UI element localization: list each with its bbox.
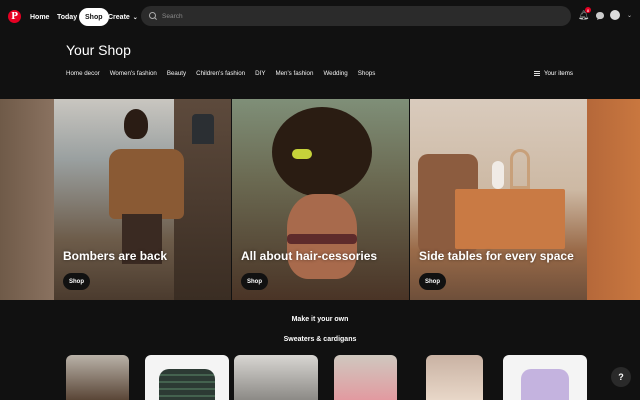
hero-label-hair: All about hair-cessories bbox=[241, 249, 378, 263]
nav-create[interactable]: Create ⌄ bbox=[102, 8, 144, 26]
tab-shops[interactable]: Shops bbox=[358, 70, 376, 77]
product-thumbnail[interactable] bbox=[503, 355, 587, 400]
hero-panel-side-tables[interactable]: Side tables for every space Shop bbox=[410, 99, 587, 300]
sweater-image bbox=[159, 369, 215, 400]
your-items-button[interactable]: Your items bbox=[533, 70, 573, 77]
hero-panel-bombers[interactable]: Bombers are back Shop bbox=[54, 99, 231, 300]
pinterest-logo-icon[interactable]: P bbox=[8, 10, 21, 23]
list-icon bbox=[533, 71, 540, 76]
search-icon bbox=[149, 12, 157, 20]
your-items-label: Your items bbox=[543, 70, 573, 77]
category-tabs: Home decor Women's fashion Beauty Childr… bbox=[66, 70, 385, 77]
decor-image bbox=[510, 149, 530, 189]
product-thumbnail[interactable] bbox=[334, 355, 397, 400]
hero-edge-right-image[interactable] bbox=[587, 99, 640, 300]
search-placeholder: Search bbox=[162, 12, 183, 20]
tab-childrens-fashion[interactable]: Children's fashion bbox=[196, 70, 245, 77]
bomber-jacket-image bbox=[109, 149, 184, 219]
shop-button-bombers[interactable]: Shop bbox=[63, 273, 90, 290]
tab-home-decor[interactable]: Home decor bbox=[66, 70, 100, 77]
section-heading-make-it-your-own: Make it your own bbox=[291, 316, 349, 323]
shop-button-hair[interactable]: Shop bbox=[241, 273, 268, 290]
sunglasses-image bbox=[287, 234, 357, 244]
product-thumbnail[interactable] bbox=[145, 355, 229, 400]
top-navigation: P Home Today Shop Create ⌄ Search 🔔︎ 8 ⌄ bbox=[0, 0, 640, 32]
help-button[interactable]: ? bbox=[611, 367, 631, 387]
tab-mens-fashion[interactable]: Men's fashion bbox=[275, 70, 313, 77]
page-title: Your Shop bbox=[66, 42, 131, 58]
lamp-image bbox=[192, 114, 214, 144]
tab-womens-fashion[interactable]: Women's fashion bbox=[110, 70, 157, 77]
nav-create-label: Create bbox=[108, 13, 130, 21]
shop-button-side-tables[interactable]: Shop bbox=[419, 273, 446, 290]
chevron-down-icon[interactable]: ⌄ bbox=[624, 10, 635, 21]
cardigan-image bbox=[521, 369, 569, 400]
hero-label-bombers: Bombers are back bbox=[63, 249, 168, 263]
person-hair-image bbox=[124, 109, 148, 139]
side-table-image bbox=[455, 189, 565, 249]
hero-panel-hair[interactable]: All about hair-cessories Shop bbox=[232, 99, 409, 300]
section-heading-sweaters: Sweaters & cardigans bbox=[283, 336, 357, 343]
product-thumbnail[interactable] bbox=[426, 355, 483, 400]
chevron-down-icon: ⌄ bbox=[132, 14, 138, 21]
tab-diy[interactable]: DIY bbox=[255, 70, 265, 77]
tab-wedding[interactable]: Wedding bbox=[323, 70, 347, 77]
tab-beauty[interactable]: Beauty bbox=[167, 70, 186, 77]
messages-icon[interactable] bbox=[594, 10, 605, 21]
hero-edge-left-image bbox=[0, 99, 54, 300]
search-input[interactable]: Search bbox=[141, 6, 571, 26]
hair-image bbox=[272, 107, 372, 197]
notification-badge: 8 bbox=[585, 7, 591, 13]
hero-label-side-tables: Side tables for every space bbox=[419, 249, 574, 263]
scrunchie-image bbox=[292, 149, 312, 159]
product-thumbnail[interactable] bbox=[234, 355, 318, 400]
avatar[interactable] bbox=[610, 10, 620, 20]
vase-image bbox=[492, 161, 504, 189]
product-thumbnail[interactable] bbox=[66, 355, 129, 400]
